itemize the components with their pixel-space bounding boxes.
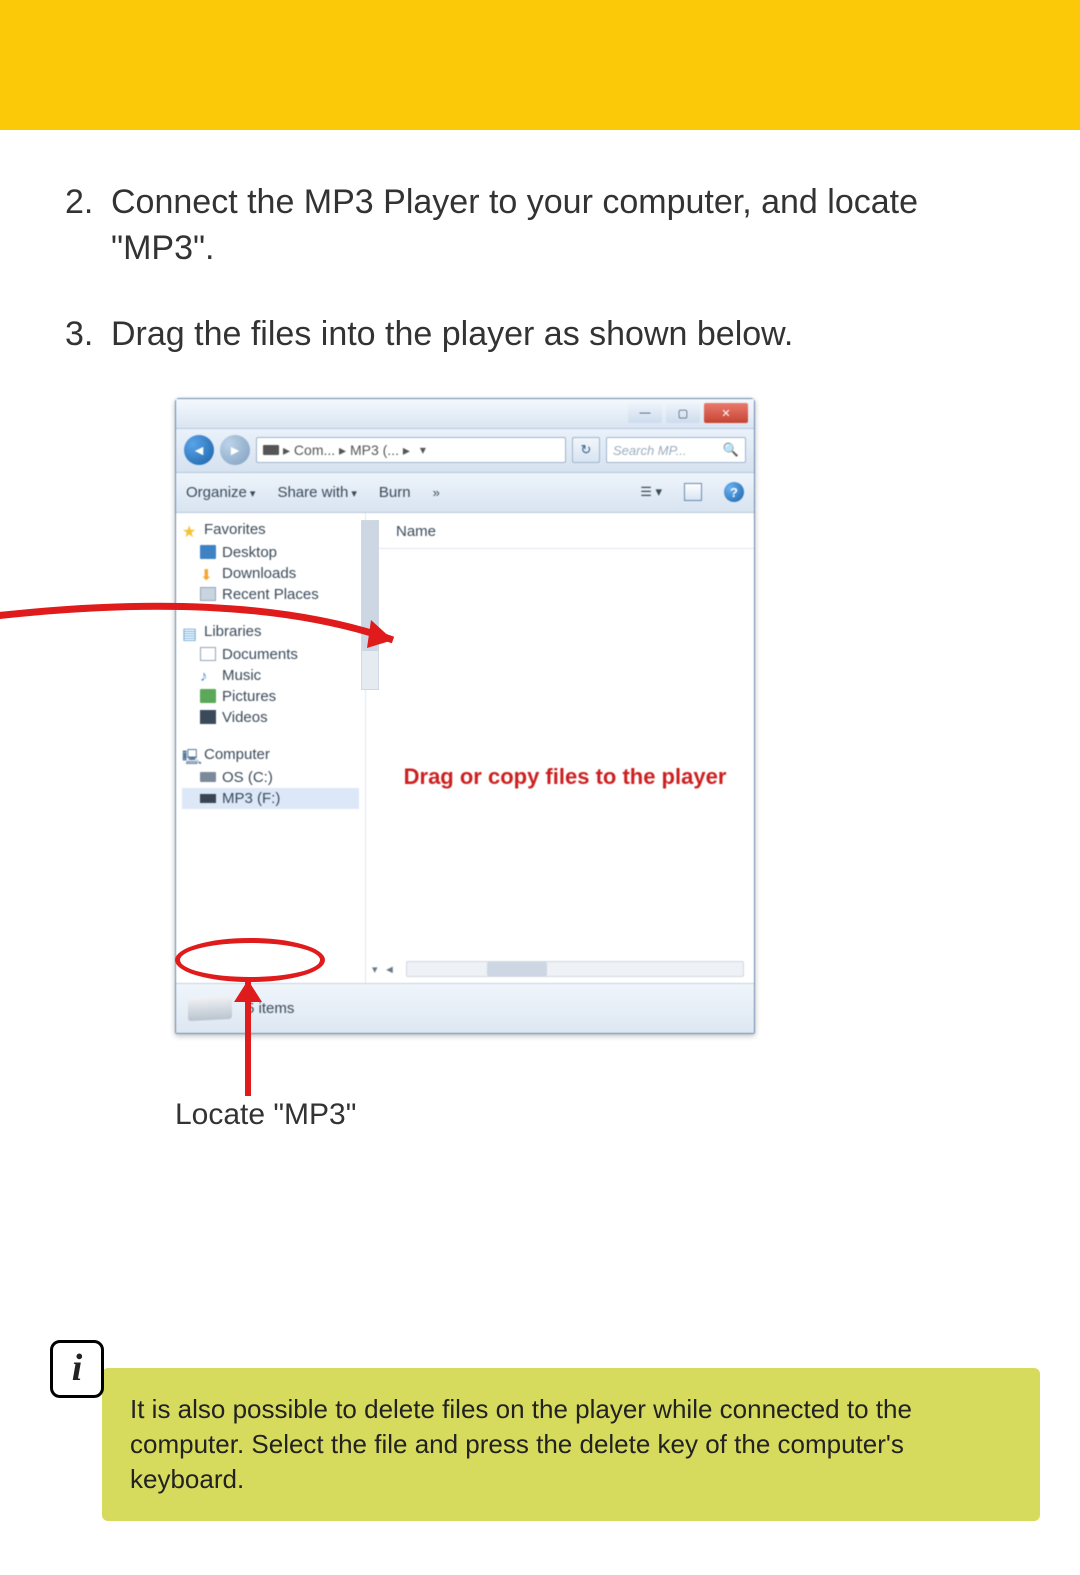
step-text: Drag the files into the player as shown … [111, 312, 1015, 358]
pictures-icon [200, 689, 216, 703]
star-icon: ★ [182, 522, 198, 536]
collapse-icon: ▾ [372, 963, 378, 976]
nav-item-mp3-f[interactable]: MP3 (F:) [182, 788, 359, 809]
page-header-bar [0, 0, 1080, 130]
nav-item-downloads[interactable]: ⬇Downloads [182, 563, 359, 584]
column-header-name[interactable]: Name [366, 513, 754, 549]
help-button[interactable]: ? [724, 482, 744, 502]
scroll-left-icon: ◄ [384, 964, 395, 976]
content-area: 2. Connect the MP3 Player to your comput… [0, 130, 1080, 1034]
burn-button[interactable]: Burn [379, 484, 411, 501]
nav-item-videos[interactable]: Videos [182, 707, 359, 728]
nav-item-music[interactable]: ♪Music [182, 665, 359, 686]
locate-circle-annotation [175, 938, 325, 982]
step-text: Connect the MP3 Player to your computer,… [111, 180, 1015, 272]
file-list-pane[interactable]: Name Drag or copy files to the player ▾ … [366, 513, 754, 983]
status-bar: 5 items [176, 983, 754, 1033]
preview-pane-button[interactable] [684, 483, 702, 501]
search-icon: 🔍 [723, 442, 739, 458]
nav-item-desktop[interactable]: Desktop [182, 542, 359, 563]
desktop-icon [200, 545, 216, 559]
info-text: It is also possible to delete files on t… [130, 1394, 912, 1494]
toolbar-overflow-icon[interactable]: » [433, 485, 440, 500]
locate-arrow-annotation [241, 982, 255, 1096]
locate-caption: Locate "MP3" [175, 1098, 356, 1132]
nav-item-pictures[interactable]: Pictures [182, 686, 359, 707]
music-icon: ♪ [200, 668, 216, 682]
info-icon: i [50, 1340, 104, 1398]
drag-arrow-annotation [0, 598, 425, 658]
search-box[interactable]: Search MP... 🔍 [606, 437, 746, 463]
instruction-step-3: 3. Drag the files into the player as sho… [65, 312, 1015, 358]
computer-icon: 🖳 [182, 747, 198, 761]
step-number: 3. [65, 312, 111, 358]
downloads-icon: ⬇ [200, 566, 216, 580]
favorites-group[interactable]: ★Favorites [182, 521, 359, 538]
minimize-button[interactable]: — [628, 403, 662, 423]
scrollbar-thumb[interactable] [487, 962, 547, 976]
organize-button[interactable]: Organize [186, 484, 255, 501]
instruction-step-2: 2. Connect the MP3 Player to your comput… [65, 180, 1015, 272]
close-button[interactable]: ✕ [704, 403, 748, 423]
back-button[interactable]: ◄ [184, 435, 214, 465]
search-placeholder: Search MP... [613, 443, 686, 458]
forward-button[interactable]: ► [220, 435, 250, 465]
refresh-button[interactable]: ↻ [572, 437, 600, 463]
view-options-icon[interactable]: ☰ ▾ [640, 484, 662, 500]
explorer-screenshot: — ▢ ✕ ◄ ► ▸ Com... ▸ MP3 (... ▸ ▾ ↻ Sear… [175, 398, 755, 1034]
share-with-button[interactable]: Share with [277, 484, 356, 501]
drive-icon [200, 772, 216, 782]
toolbar: Organize Share with Burn » ☰ ▾ ? [176, 473, 754, 513]
address-bar-row: ◄ ► ▸ Com... ▸ MP3 (... ▸ ▾ ↻ Search MP.… [176, 429, 754, 473]
horizontal-scrollbar[interactable] [406, 961, 744, 977]
videos-icon [200, 710, 216, 724]
navigation-pane: ★Favorites Desktop ⬇Downloads Recent Pla… [176, 513, 366, 983]
drive-large-icon [188, 995, 232, 1021]
maximize-button[interactable]: ▢ [666, 403, 700, 423]
computer-group[interactable]: 🖳Computer [182, 746, 359, 763]
title-bar: — ▢ ✕ [176, 399, 754, 429]
address-dropdown-icon[interactable]: ▾ [414, 443, 432, 457]
drive-icon [263, 445, 279, 455]
address-bar[interactable]: ▸ Com... ▸ MP3 (... ▸ ▾ [256, 437, 566, 463]
address-text: ▸ Com... ▸ MP3 (... ▸ [283, 442, 410, 459]
info-note-box: i It is also possible to delete files on… [102, 1368, 1040, 1521]
drag-annotation-text: Drag or copy files to the player [396, 763, 734, 792]
step-number: 2. [65, 180, 111, 272]
explorer-body: ★Favorites Desktop ⬇Downloads Recent Pla… [176, 513, 754, 983]
nav-item-os-c[interactable]: OS (C:) [182, 767, 359, 788]
drive-icon [200, 794, 216, 803]
